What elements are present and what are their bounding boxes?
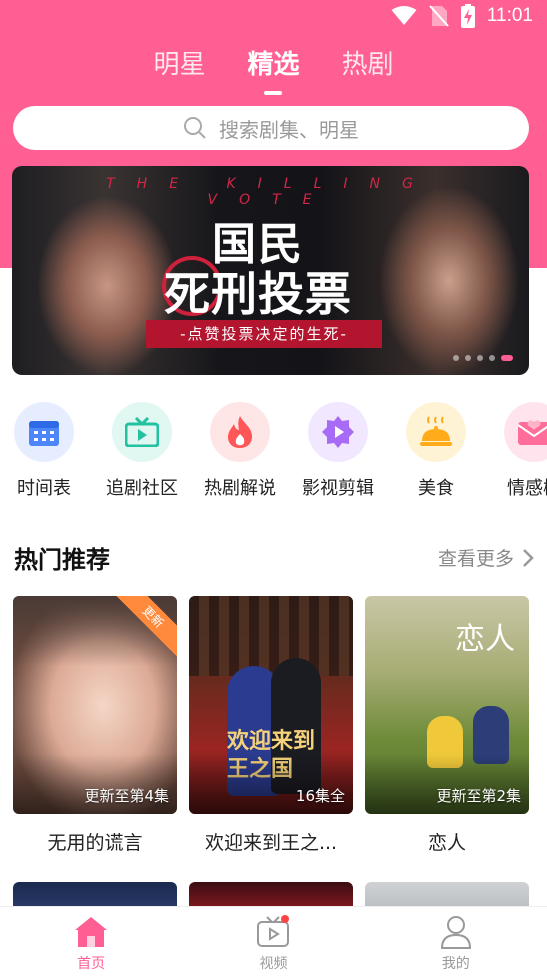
category-hot-commentary[interactable]: 热剧解说 bbox=[204, 402, 276, 500]
nav-video[interactable]: 视频 bbox=[223, 913, 323, 973]
tv-icon bbox=[112, 402, 172, 462]
episode-badge: 更新至第4集 bbox=[84, 787, 169, 805]
carousel-dot bbox=[465, 355, 471, 361]
calendar-icon bbox=[14, 402, 74, 462]
category-clips[interactable]: 影视剪辑 bbox=[302, 402, 374, 500]
carousel-dot bbox=[453, 355, 459, 361]
status-bar: 11:01 bbox=[0, 0, 547, 30]
nav-label: 我的 bbox=[441, 955, 470, 972]
nav-label: 视频 bbox=[259, 955, 288, 972]
category-schedule[interactable]: 时间表 bbox=[12, 402, 76, 500]
bottom-nav: 首页 视频 我的 bbox=[0, 906, 547, 978]
search-input[interactable]: 搜索剧集、明星 bbox=[13, 106, 529, 150]
banner-title-line2: 死刑投票 bbox=[164, 267, 352, 321]
drama-poster: 欢迎来到王之国 16集全 bbox=[189, 596, 353, 814]
hot-list: 更新 更新至第4集 无用的谎言 欢迎来到王之国 16集全 欢迎来到王之... 恋… bbox=[13, 596, 529, 855]
category-label: 情感树 bbox=[507, 478, 547, 499]
nav-home[interactable]: 首页 bbox=[41, 913, 141, 973]
food-cloche-icon bbox=[406, 402, 466, 462]
drama-title: 无用的谎言 bbox=[47, 832, 143, 854]
fire-icon bbox=[210, 402, 270, 462]
category-food[interactable]: 美食 bbox=[404, 402, 468, 500]
status-time: 11:01 bbox=[486, 5, 533, 26]
banner-carousel[interactable]: THE KILLING VOTE 国民 死刑投票 -点赞投票决定的生死- bbox=[12, 166, 529, 375]
nav-profile[interactable]: 我的 bbox=[406, 913, 506, 973]
banner-subtitle: -点赞投票决定的生死- bbox=[146, 320, 382, 348]
search-placeholder: 搜索剧集、明星 bbox=[219, 117, 359, 142]
drama-title: 恋人 bbox=[427, 832, 466, 854]
banner-english-title: THE KILLING VOTE bbox=[106, 176, 435, 208]
tab-hot-dramas[interactable]: 热剧 bbox=[342, 44, 394, 81]
category-label: 影视剪辑 bbox=[302, 478, 374, 499]
tab-featured[interactable]: 精选 bbox=[247, 44, 299, 81]
drama-title: 欢迎来到王之... bbox=[204, 832, 338, 854]
drama-card[interactable]: 欢迎来到王之国 16集全 欢迎来到王之... bbox=[189, 596, 353, 855]
hot-section-header: 热门推荐 查看更多 bbox=[14, 540, 534, 575]
drama-poster: 更新 更新至第4集 bbox=[13, 596, 177, 814]
drama-card[interactable]: 更新 更新至第4集 无用的谎言 bbox=[13, 596, 177, 855]
drama-poster: 恋人 更新至第2集 bbox=[365, 596, 529, 814]
category-label: 热剧解说 bbox=[204, 478, 276, 499]
see-more-label: 查看更多 bbox=[437, 548, 514, 570]
category-label: 追剧社区 bbox=[106, 478, 178, 499]
profile-icon bbox=[440, 915, 471, 949]
category-label: 时间表 bbox=[17, 478, 71, 499]
category-row: 时间表 追剧社区 热剧解说 影视剪辑 美食 情感树 bbox=[12, 402, 547, 500]
carousel-dot-active bbox=[501, 355, 513, 361]
episode-badge: 更新至第2集 bbox=[436, 787, 521, 805]
home-icon bbox=[75, 916, 108, 947]
carousel-indicator bbox=[453, 355, 513, 361]
carousel-dot bbox=[489, 355, 495, 361]
no-sim-icon bbox=[429, 5, 449, 27]
nav-label: 首页 bbox=[77, 955, 106, 972]
category-community[interactable]: 追剧社区 bbox=[106, 402, 178, 500]
carousel-dot bbox=[477, 355, 483, 361]
battery-charging-icon bbox=[460, 4, 475, 28]
see-more-link[interactable]: 查看更多 bbox=[438, 544, 534, 571]
love-letter-icon bbox=[504, 402, 547, 462]
wifi-icon bbox=[391, 6, 417, 25]
section-title: 热门推荐 bbox=[14, 546, 110, 574]
chevron-right-icon bbox=[523, 548, 534, 567]
poster-title: 恋人 bbox=[455, 622, 515, 657]
search-icon bbox=[184, 117, 206, 139]
category-label: 美食 bbox=[418, 478, 454, 499]
top-tabs: 明星 精选 热剧 bbox=[0, 44, 547, 81]
tab-stars[interactable]: 明星 bbox=[153, 44, 205, 81]
episode-badge: 16集全 bbox=[295, 787, 345, 805]
play-badge-icon bbox=[308, 402, 368, 462]
category-emotion[interactable]: 情感树 bbox=[502, 402, 547, 500]
drama-card[interactable]: 恋人 更新至第2集 恋人 bbox=[365, 596, 529, 855]
